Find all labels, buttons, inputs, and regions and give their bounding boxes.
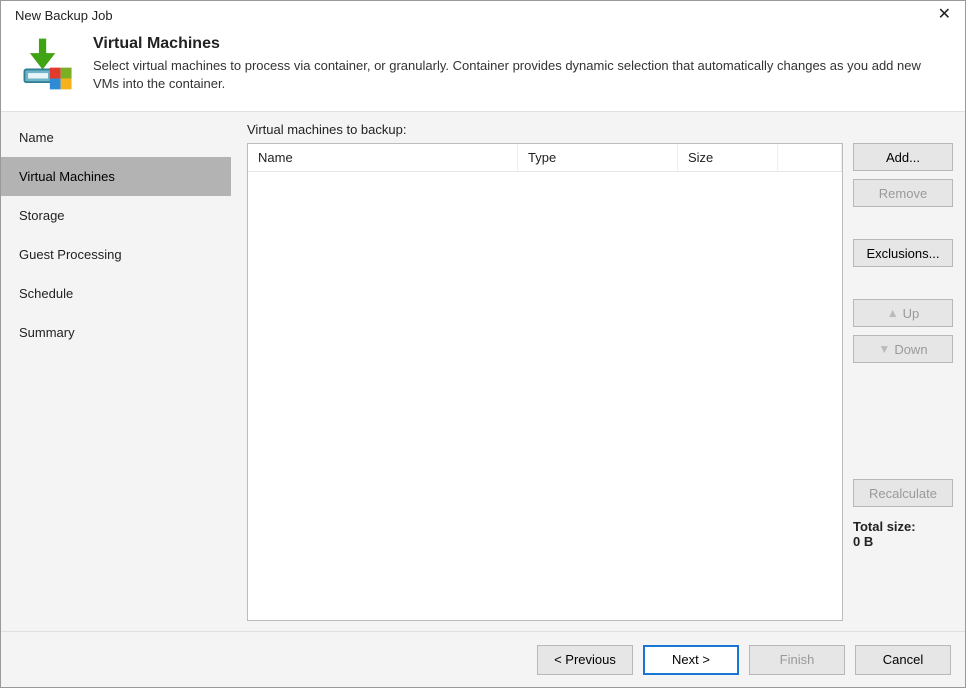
next-button[interactable]: Next > xyxy=(643,645,739,675)
total-size: Total size: 0 B xyxy=(853,519,953,549)
vm-backup-icon xyxy=(19,35,77,93)
wizard-window: New Backup Job ✕ Virtual Machines Select… xyxy=(0,0,966,688)
total-size-value: 0 B xyxy=(853,534,953,549)
recalculate-button: Recalculate xyxy=(853,479,953,507)
arrow-up-icon: ▲ xyxy=(887,306,899,320)
side-buttons: Add... Remove Exclusions... ▲ Up ▼ Down … xyxy=(853,143,953,621)
window-title: New Backup Job xyxy=(15,8,113,23)
arrow-down-icon: ▼ xyxy=(878,342,890,356)
move-down-label: Down xyxy=(894,342,927,357)
content-row: Name Type Size Add... Remove Exclusions.… xyxy=(247,143,953,621)
finish-button: Finish xyxy=(749,645,845,675)
remove-button: Remove xyxy=(853,179,953,207)
col-header-type[interactable]: Type xyxy=(518,144,678,171)
step-guest-processing[interactable]: Guest Processing xyxy=(1,235,231,274)
col-header-size[interactable]: Size xyxy=(678,144,778,171)
vm-table[interactable]: Name Type Size xyxy=(247,143,843,621)
wizard-body: Name Virtual Machines Storage Guest Proc… xyxy=(1,111,965,631)
previous-button[interactable]: < Previous xyxy=(537,645,633,675)
col-header-name[interactable]: Name xyxy=(248,144,518,171)
cancel-button[interactable]: Cancel xyxy=(855,645,951,675)
col-header-spacer xyxy=(778,144,842,171)
total-size-label: Total size: xyxy=(853,519,916,534)
table-body[interactable] xyxy=(248,172,842,620)
page-title: Virtual Machines xyxy=(93,35,947,53)
wizard-steps: Name Virtual Machines Storage Guest Proc… xyxy=(1,112,231,631)
titlebar: New Backup Job ✕ xyxy=(1,1,965,25)
page-description: Select virtual machines to process via c… xyxy=(93,57,947,92)
header-text: Virtual Machines Select virtual machines… xyxy=(93,35,947,92)
move-up-label: Up xyxy=(903,306,920,321)
step-storage[interactable]: Storage xyxy=(1,196,231,235)
step-virtual-machines[interactable]: Virtual Machines xyxy=(1,157,231,196)
add-button[interactable]: Add... xyxy=(853,143,953,171)
vm-list-label: Virtual machines to backup: xyxy=(247,122,953,137)
step-schedule[interactable]: Schedule xyxy=(1,274,231,313)
move-down-button: ▼ Down xyxy=(853,335,953,363)
move-up-button: ▲ Up xyxy=(853,299,953,327)
wizard-header: Virtual Machines Select virtual machines… xyxy=(1,25,965,111)
step-name[interactable]: Name xyxy=(1,118,231,157)
table-header: Name Type Size xyxy=(248,144,842,172)
close-icon[interactable]: ✕ xyxy=(934,7,955,23)
wizard-footer: < Previous Next > Finish Cancel xyxy=(1,631,965,687)
step-summary[interactable]: Summary xyxy=(1,313,231,352)
exclusions-button[interactable]: Exclusions... xyxy=(853,239,953,267)
main-panel: Virtual machines to backup: Name Type Si… xyxy=(231,112,965,631)
